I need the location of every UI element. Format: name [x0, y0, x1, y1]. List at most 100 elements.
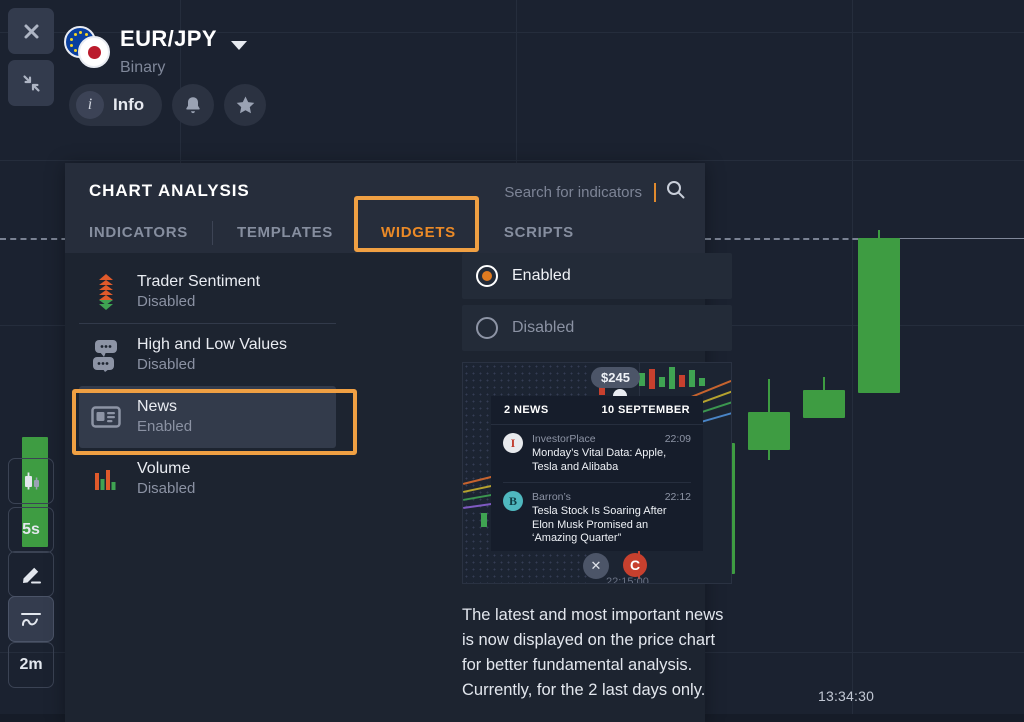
preview-brand-badge: C [623, 553, 647, 577]
tab-indicators[interactable]: INDICATORS [89, 213, 212, 253]
timeframe-5s-button[interactable]: 5s [8, 507, 54, 553]
radio-fill [482, 271, 492, 281]
asset-name-selector[interactable]: EUR/JPY [120, 26, 248, 52]
search-icon[interactable] [666, 180, 685, 204]
info-icon-glyph: i [87, 96, 93, 113]
widget-state: Disabled [137, 480, 196, 497]
chart-vertical-gridline [852, 0, 853, 722]
widget-state: Disabled [137, 356, 196, 373]
chart-price-dashed-line [705, 238, 878, 240]
search-text-caret [654, 182, 656, 202]
widget-list-item[interactable]: News Enabled [79, 386, 336, 448]
preview-candle [699, 378, 705, 386]
candlestick [858, 230, 900, 393]
drawing-tools-button[interactable] [8, 551, 54, 597]
tab-widgets[interactable]: WIDGETS [357, 213, 480, 253]
pencil-icon [22, 567, 41, 583]
widget-state: Enabled [137, 418, 193, 435]
preview-news-title: Tesla Stock Is Soaring After Elon Musk P… [532, 505, 667, 544]
collapse-icon [22, 74, 40, 92]
speech-bubbles-icon [91, 338, 121, 372]
widget-state-options: Enabled Disabled [462, 253, 732, 351]
preview-news-card-header: 2 NEWS 10 SEPTEMBER [491, 396, 703, 425]
radio-label: Enabled [512, 267, 571, 284]
preview-candle [649, 369, 655, 389]
search-input[interactable] [480, 182, 644, 202]
widget-preview-image: $245 2 NEWS 10 SEPTEMBER I InvestorPlace 2… [462, 362, 732, 584]
widget-list: Trader Sentiment Disabled High and Low Val… [65, 253, 350, 510]
preview-candle [481, 513, 487, 527]
widget-name: Trader Sentiment [137, 273, 261, 290]
asset-action-buttons: i Info [69, 84, 267, 126]
preview-candle [679, 375, 685, 387]
favorite-button[interactable] [224, 84, 267, 126]
widget-state: Disabled [137, 293, 196, 310]
preview-news-rows: I InvestorPlace 22:09 Monday’s Vital Data: … [491, 425, 703, 554]
widget-list-item[interactable]: Trader Sentiment Disabled [79, 261, 336, 323]
widget-list-item[interactable]: Volume Disabled [79, 448, 336, 510]
radio-label: Disabled [512, 319, 575, 336]
expiration-2m-label: 2m [19, 656, 43, 673]
close-icon [24, 24, 38, 38]
chevron-down-icon [231, 41, 248, 50]
preview-news-count: 2 NEWS [504, 404, 549, 416]
radio-button[interactable] [476, 265, 498, 287]
collapse-window-button[interactable] [8, 60, 54, 106]
preview-news-item: I InvestorPlace 22:09 Monday’s Vital Data: … [491, 425, 703, 482]
expiration-2m-button[interactable]: 2m [8, 642, 54, 688]
widget-description: The latest and most important news is no… [462, 606, 724, 699]
preview-news-source: InvestorPlace [532, 433, 596, 445]
chart-time-axis-label: 13:34:30 [818, 688, 875, 704]
preview-price-badge: $245 [591, 367, 640, 388]
panel-body: Trader Sentiment Disabled High and Low Val… [65, 253, 732, 722]
preview-news-title: Monday’s Vital Data: Apple, Tesla and Al… [532, 447, 667, 473]
preview-news-source: Barron’s [532, 491, 571, 503]
timeframe-5s-label: 5s [22, 521, 40, 538]
candle-body [858, 238, 900, 393]
candlestick [803, 377, 845, 418]
widget-name: Volume [137, 460, 191, 477]
candlestick [748, 379, 790, 460]
sentiment-arrows-icon [91, 273, 121, 311]
candlestick-chart-type-button[interactable] [8, 458, 54, 504]
widget-state-option[interactable]: Enabled [462, 253, 732, 299]
preview-candle [639, 373, 645, 386]
preview-news-time: 22:12 [664, 491, 691, 503]
widget-name: News [137, 398, 178, 415]
preview-candle [669, 367, 675, 389]
preview-news-source-logo: I [503, 433, 523, 453]
wave-icon [21, 613, 41, 626]
alerts-button[interactable] [172, 84, 215, 126]
panel-title: CHART ANALYSIS [89, 181, 250, 200]
chart-analysis-panel: CHART ANALYSIS INDICATORSTEMPLATESWIDGET… [65, 163, 732, 722]
close-window-button[interactable] [8, 8, 54, 54]
bell-icon [186, 96, 200, 113]
widget-detail-pane: Enabled Disabled $245 2 NEWS 10 SEPTEMBER… [462, 253, 732, 703]
panel-tabs: INDICATORS TEMPLATES WIDGETS SCRIPTS [89, 213, 598, 253]
radio-button[interactable] [476, 317, 498, 339]
volume-bars-icon [91, 466, 121, 492]
preview-news-item: B Barron’s 22:12 Tesla Stock Is Soaring Aft… [491, 483, 703, 554]
candle-body [803, 390, 845, 418]
preview-news-source-logo: B [503, 491, 523, 511]
indicators-button[interactable] [8, 596, 54, 642]
widget-state-option[interactable]: Disabled [462, 305, 732, 351]
preview-news-time: 22:09 [664, 433, 691, 445]
preview-close-glyph: ✕ [590, 558, 602, 573]
preview-candle [659, 377, 665, 387]
preview-candle [689, 370, 695, 387]
widget-list-item[interactable]: High and Low Values Disabled [79, 324, 336, 386]
star-icon [236, 96, 254, 114]
info-button[interactable]: i Info [69, 84, 163, 126]
chart-horizontal-gridline [0, 160, 1024, 161]
tab-templates[interactable]: TEMPLATES [213, 213, 357, 253]
panel-header: CHART ANALYSIS INDICATORSTEMPLATESWIDGET… [65, 163, 705, 253]
candle-body [748, 412, 790, 450]
candles-icon [25, 472, 39, 490]
tab-scripts[interactable]: SCRIPTS [480, 213, 598, 253]
preview-news-date: 10 SEPTEMBER [601, 404, 690, 416]
info-icon: i [76, 91, 104, 119]
asset-type-label: Binary [120, 59, 166, 76]
jp-flag-icon [78, 36, 110, 68]
info-button-label: Info [113, 95, 145, 114]
